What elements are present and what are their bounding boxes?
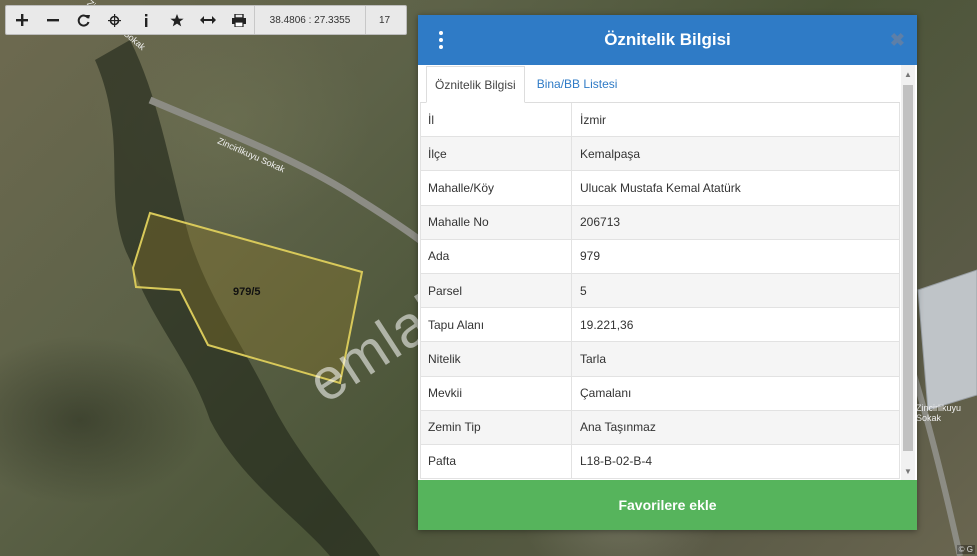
more-options-icon[interactable] <box>436 31 446 49</box>
scrollbar[interactable]: ▲ ▼ <box>901 65 915 480</box>
row-key: İl <box>420 103 572 137</box>
zoom-in-button[interactable] <box>6 6 37 34</box>
row-value: 979 <box>572 239 900 273</box>
print-icon <box>231 13 246 27</box>
info-button[interactable] <box>130 6 161 34</box>
zoom-in-icon <box>15 14 28 26</box>
map-toolbar: 38.4806 : 27.3355 17 <box>5 5 407 35</box>
print-button[interactable] <box>223 6 254 34</box>
locate-icon <box>108 13 121 27</box>
star-icon <box>169 13 184 26</box>
tab-building-list[interactable]: Bina/BB Listesi <box>525 66 630 102</box>
measure-icon <box>199 16 216 24</box>
row-key: Ada <box>420 239 572 273</box>
refresh-button[interactable] <box>68 6 99 34</box>
zoom-out-button[interactable] <box>37 6 68 34</box>
parcel-label[interactable]: 979/5 <box>233 286 261 298</box>
table-row: Mahalle/Köy Ulucak Mustafa Kemal Atatürk <box>420 171 900 206</box>
row-value: 19.221,36 <box>572 308 900 342</box>
locate-button[interactable] <box>99 6 130 34</box>
add-to-favorites-button[interactable]: Favorilere ekle <box>418 480 917 530</box>
map-attribution: © G <box>956 545 975 554</box>
table-row: Parsel 5 <box>420 273 900 309</box>
row-value: Tarla <box>572 342 900 376</box>
row-value: İzmir <box>572 103 900 137</box>
row-key: İlçe <box>420 137 572 171</box>
dialog-header: Öznitelik Bilgisi ✖ <box>418 15 917 65</box>
row-key: Pafta <box>420 444 572 479</box>
close-icon[interactable]: ✖ <box>890 30 905 51</box>
tab-attribute-info[interactable]: Öznitelik Bilgisi <box>426 66 525 103</box>
table-row: Ada 979 <box>420 239 900 274</box>
dialog-tabs: Öznitelik Bilgisi Bina/BB Listesi <box>420 65 900 103</box>
zoom-out-icon <box>46 19 59 22</box>
table-row: Nitelik Tarla <box>420 342 900 377</box>
row-key: Parsel <box>420 273 572 308</box>
row-value: Kemalpaşa <box>572 137 900 171</box>
row-value: 5 <box>572 273 900 308</box>
row-key: Nitelik <box>420 342 572 376</box>
table-row: Tapu Alanı 19.221,36 <box>420 308 900 343</box>
zoom-level: 17 <box>365 6 403 34</box>
scroll-up-icon[interactable]: ▲ <box>901 67 915 81</box>
row-key: Zemin Tip <box>420 410 572 444</box>
row-value: 206713 <box>572 205 900 239</box>
row-value: Ana Taşınmaz <box>572 410 900 444</box>
row-key: Mahalle No <box>420 205 572 239</box>
row-value: L18-B-02-B-4 <box>572 444 900 479</box>
scroll-thumb[interactable] <box>903 85 913 451</box>
table-row: İlçe Kemalpaşa <box>420 137 900 172</box>
table-row: İl İzmir <box>420 103 900 138</box>
table-row: Mahalle No 206713 <box>420 205 900 240</box>
measure-button[interactable] <box>192 6 223 34</box>
road-label: Zincirlikuyu Sokak <box>916 403 962 423</box>
table-row: Mevkii Çamalanı <box>420 376 900 411</box>
coordinate-readout: 38.4806 : 27.3355 <box>254 6 365 34</box>
dialog-title: Öznitelik Bilgisi <box>604 30 731 49</box>
row-key: Tapu Alanı <box>420 308 572 342</box>
attribute-dialog: Öznitelik Bilgisi ✖ Öznitelik Bilgisi Bi… <box>418 15 917 530</box>
table-row: Zemin Tip Ana Taşınmaz <box>420 410 900 445</box>
row-key: Mahalle/Köy <box>420 171 572 205</box>
refresh-icon <box>77 14 90 26</box>
scroll-down-icon[interactable]: ▼ <box>901 464 915 478</box>
favorites-button[interactable] <box>161 6 192 34</box>
row-key: Mevkii <box>420 376 572 410</box>
row-value: Ulucak Mustafa Kemal Atatürk <box>572 171 900 205</box>
row-value: Çamalanı <box>572 376 900 410</box>
attribute-table: İl İzmir İlçe Kemalpaşa Mahalle/Köy Ulucak … <box>420 103 900 480</box>
table-row: Pafta L18-B-02-B-4 <box>420 444 900 480</box>
info-icon <box>144 13 147 27</box>
